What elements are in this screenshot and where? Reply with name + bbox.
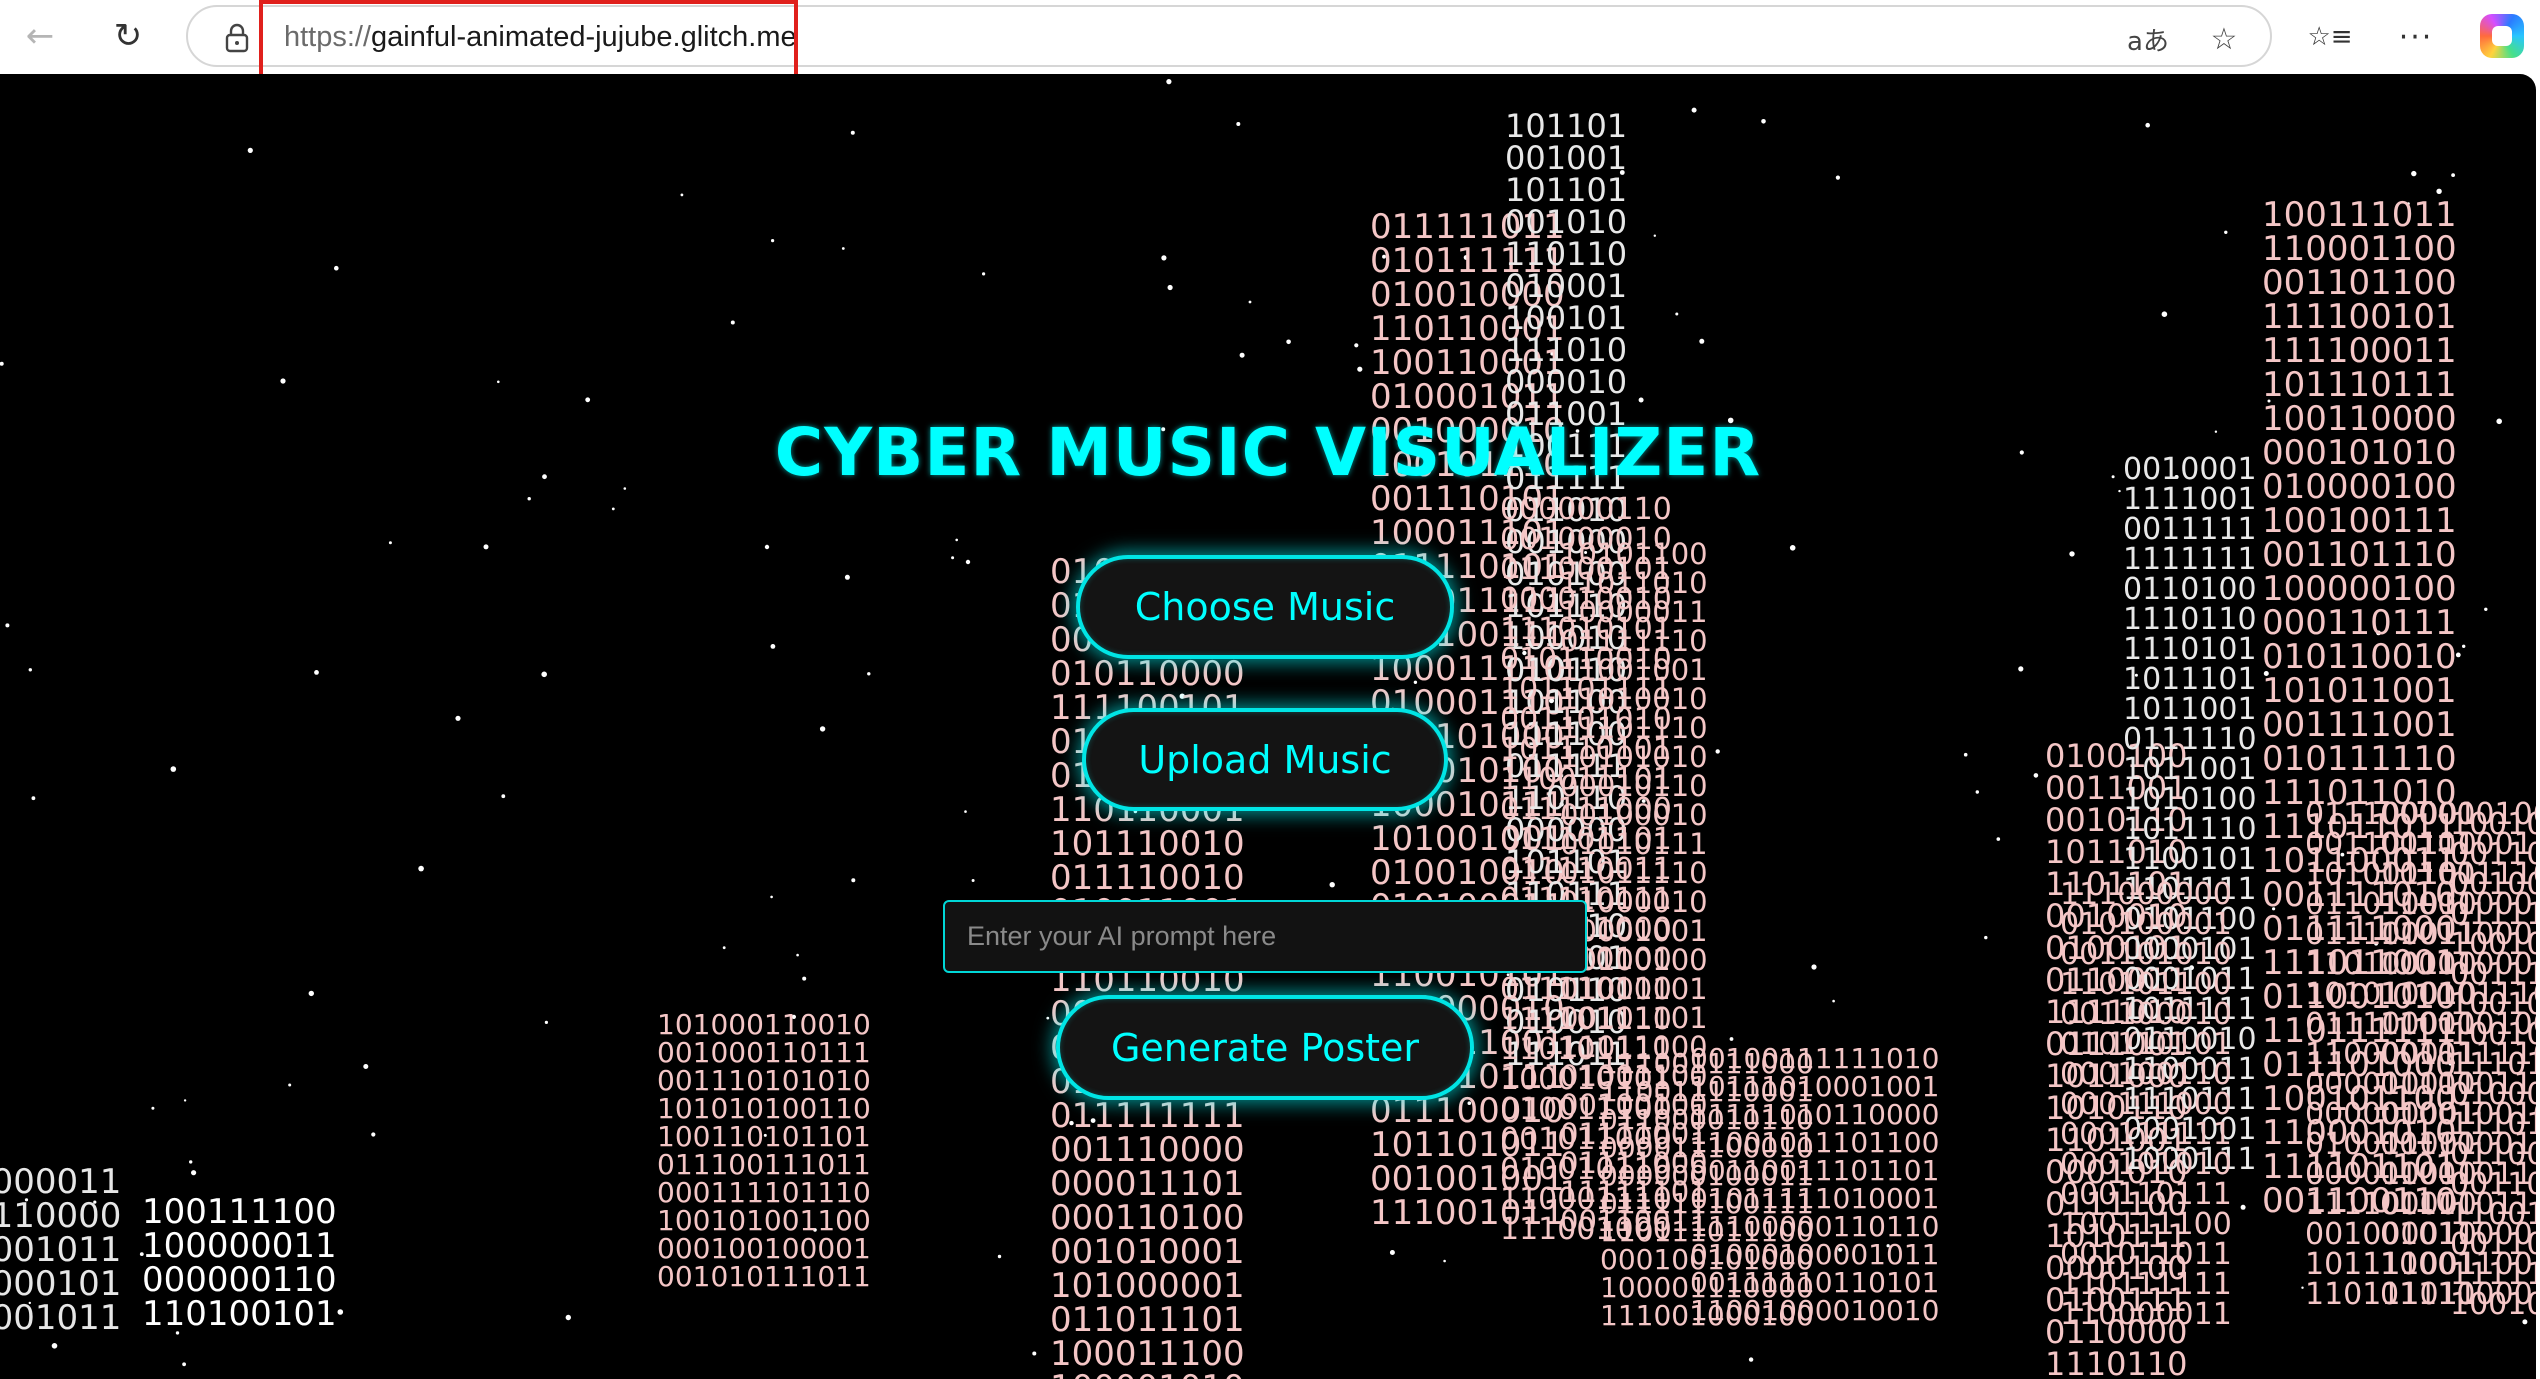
upload-music-button[interactable]: Upload Music <box>1082 708 1448 811</box>
ai-prompt-input[interactable] <box>943 900 1587 973</box>
page-canvas: 0000011 0110000 0001011 0000101 10010111… <box>0 74 2536 1379</box>
binary-column: 100101 001101 001000 011110 100101 00111… <box>2450 807 2536 1322</box>
url-host: gainful-animated-jujube.glitch.me <box>371 21 797 53</box>
star-icon[interactable]: ☆ <box>2199 17 2249 61</box>
binary-column: 00100111111010 10111010001001 1111101011… <box>1690 1042 1940 1327</box>
url-scheme: https:// <box>284 21 372 53</box>
more-icon[interactable]: ··· <box>2388 12 2444 62</box>
choose-music-button[interactable]: Choose Music <box>1076 555 1454 659</box>
browser-toolbar: ← ↻ https://gainful-animated-jujube.glit… <box>0 0 2540 97</box>
back-arrow-icon[interactable]: ← <box>12 10 68 62</box>
binary-column: 101000110010 001000110111 001110101010 1… <box>657 1008 871 1293</box>
binary-column: 0000011 0110000 0001011 0000101 1001011 <box>0 1162 122 1338</box>
reload-icon[interactable]: ↻ <box>100 10 156 62</box>
binary-column: 100111100 100000011 000000110 110100101 <box>142 1192 337 1334</box>
lock-icon[interactable] <box>222 21 252 55</box>
generate-poster-button[interactable]: Generate Poster <box>1056 995 1474 1100</box>
address-bar[interactable]: https://gainful-animated-jujube.glitch.m… <box>186 5 2272 67</box>
translate-icon[interactable]: aあ <box>2123 17 2173 61</box>
binary-column: 111000000 010100001 001101010 110101100 … <box>2060 877 2232 1332</box>
favorites-icon[interactable]: ☆≡ <box>2302 12 2358 62</box>
url-text[interactable]: https://gainful-animated-jujube.glitch.m… <box>284 21 797 54</box>
page-title: CYBER MUSIC VISUALIZER <box>774 414 1762 491</box>
copilot-icon[interactable] <box>2480 14 2524 58</box>
